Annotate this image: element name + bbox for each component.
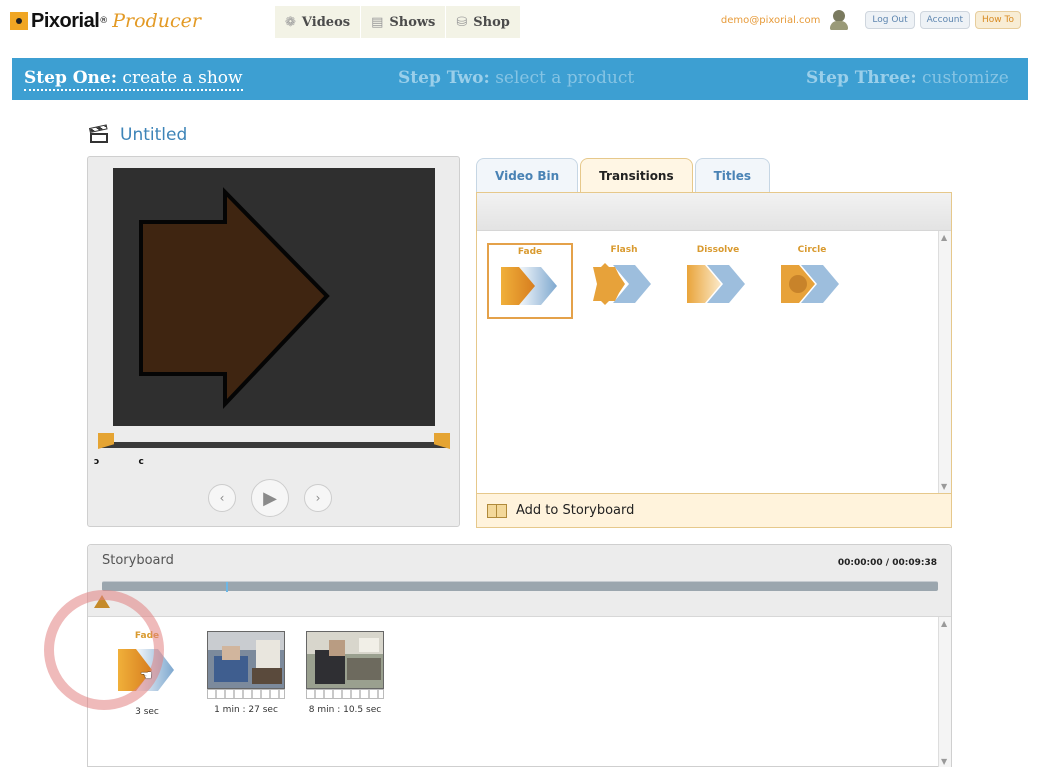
brand-registered: ® bbox=[99, 16, 109, 26]
transition-label: Fade bbox=[517, 247, 543, 257]
play-icon: ▶ bbox=[263, 487, 277, 509]
brand-product: Producer bbox=[112, 10, 201, 32]
player-controls: ‹ ▶ › bbox=[208, 479, 332, 517]
account-button[interactable]: Account bbox=[919, 11, 971, 29]
clapperboard-icon: ▤ bbox=[371, 14, 384, 30]
clip-thumbnail bbox=[207, 631, 285, 689]
nav-shop-label: Shop bbox=[473, 14, 510, 30]
show-title-text: Untitled bbox=[120, 125, 188, 145]
user-avatar-icon[interactable] bbox=[828, 8, 850, 32]
nav-videos[interactable]: ❁ Videos bbox=[275, 6, 362, 38]
arrow-preview-image bbox=[139, 187, 330, 410]
tab-transitions[interactable]: Transitions bbox=[580, 158, 693, 192]
tab-video-bin[interactable]: Video Bin bbox=[476, 158, 579, 192]
step-two-label: Step Two: bbox=[398, 68, 490, 88]
transitions-scrollbar[interactable]: ▲ ▼ bbox=[938, 231, 951, 493]
scrub-bar[interactable] bbox=[98, 433, 450, 457]
step-two-text: select a product bbox=[495, 68, 635, 88]
scrub-track bbox=[98, 442, 450, 448]
previous-button[interactable]: ‹ bbox=[208, 484, 236, 512]
nav-shows-label: Shows bbox=[389, 14, 436, 30]
step-three-text: customize bbox=[922, 68, 1009, 88]
clip-duration: 1 min : 27 sec bbox=[214, 705, 278, 715]
nav-shows[interactable]: ▤ Shows bbox=[361, 6, 447, 38]
chevron-left-icon: ‹ bbox=[219, 491, 225, 505]
transitions-panel: Fade Flash Dissolve Circle ▲ ▼ Add to St… bbox=[476, 192, 952, 528]
storyboard-items: Fade 3 sec 1 min: 27 sec 8 min: 10.5 s… bbox=[88, 617, 951, 767]
scroll-up-icon[interactable]: ▲ bbox=[941, 233, 947, 242]
shopping-cart-icon: ⛁ bbox=[456, 14, 468, 30]
transition-fade[interactable]: Fade bbox=[487, 243, 573, 319]
storyboard-panel: Storyboard 00:00:00 / 00:09:38 Fade 3 se… bbox=[87, 544, 952, 767]
top-bar: Pixorial ® Producer ❁ Videos ▤ Shows ⛁ S… bbox=[0, 0, 1045, 42]
add-to-storyboard-button[interactable]: Add to Storyboard bbox=[477, 493, 951, 527]
step-three[interactable]: Step Three: customize bbox=[806, 68, 1009, 88]
step-one-label: Step One: bbox=[24, 68, 118, 88]
nav-shop[interactable]: ⛁ Shop bbox=[446, 6, 521, 38]
storyboard-transition-duration: 3 sec bbox=[135, 707, 159, 717]
storyboard-clip-2[interactable]: 8 min : 10.5 sec bbox=[306, 631, 384, 715]
scroll-up-icon[interactable]: ▲ bbox=[941, 619, 947, 628]
fade-transition-icon bbox=[501, 267, 557, 305]
step-three-label: Step Three: bbox=[806, 68, 917, 88]
transition-label: Circle bbox=[797, 245, 827, 255]
timeline-playhead[interactable] bbox=[226, 582, 228, 592]
clip-2-thumbnail-image bbox=[307, 632, 383, 688]
preview-player: ɔ c ‹ ▶ › bbox=[87, 156, 460, 527]
nav-videos-label: Videos bbox=[301, 14, 351, 30]
logout-button[interactable]: Log Out bbox=[865, 11, 915, 29]
storyboard-clip-1[interactable]: 1 min : 27 sec bbox=[207, 631, 285, 715]
trim-marks: ɔ c bbox=[94, 457, 162, 467]
transition-dissolve[interactable]: Dissolve bbox=[675, 243, 761, 319]
storyboard-time: 00:00:00 / 00:09:38 bbox=[837, 558, 937, 568]
next-button[interactable]: › bbox=[304, 484, 332, 512]
steps-bar: Step One: create a show Step Two: select… bbox=[12, 58, 1028, 100]
dissolve-transition-icon bbox=[687, 265, 745, 303]
step-one[interactable]: Step One: create a show bbox=[24, 68, 243, 91]
step-two[interactable]: Step Two: select a product bbox=[398, 68, 634, 88]
tab-titles[interactable]: Titles bbox=[694, 158, 771, 192]
hand-cursor-icon: ☚ bbox=[140, 668, 153, 684]
transition-circle[interactable]: Circle bbox=[769, 243, 855, 319]
highlight-circle bbox=[44, 590, 164, 710]
transition-label: Flash bbox=[610, 245, 638, 255]
scroll-down-icon[interactable]: ▼ bbox=[941, 757, 947, 766]
clip-duration: 8 min : 10.5 sec bbox=[308, 705, 382, 715]
clip-filmstrip bbox=[207, 689, 285, 699]
bin-toolbar-strip bbox=[477, 193, 951, 231]
clapper-top bbox=[88, 124, 108, 133]
chevron-right-icon: › bbox=[315, 491, 321, 505]
storyboard-scrollbar[interactable]: ▲ ▼ bbox=[938, 617, 951, 767]
user-email[interactable]: demo@pixorial.com bbox=[721, 15, 821, 26]
clip-1-thumbnail-image bbox=[208, 632, 284, 688]
storyboard-icon bbox=[487, 503, 507, 518]
clip-filmstrip bbox=[306, 689, 384, 699]
circle-transition-icon bbox=[781, 265, 839, 303]
pixorial-logo[interactable]: Pixorial ® Producer bbox=[10, 8, 201, 34]
show-title[interactable]: Untitled bbox=[88, 124, 188, 145]
logo-mark-icon bbox=[10, 12, 28, 30]
bin-tabs: Video Bin Transitions Titles bbox=[476, 158, 772, 192]
brand-name: Pixorial bbox=[31, 9, 100, 32]
preview-screen[interactable] bbox=[113, 168, 435, 426]
transition-flash[interactable]: Flash bbox=[581, 243, 667, 319]
main-nav: ❁ Videos ▤ Shows ⛁ Shop bbox=[275, 6, 521, 38]
step-one-text: create a show bbox=[122, 68, 243, 88]
flash-transition-icon bbox=[593, 263, 651, 305]
clip-thumbnail bbox=[306, 631, 384, 689]
storyboard-timeline[interactable] bbox=[102, 581, 938, 592]
howto-button[interactable]: How To bbox=[975, 11, 1021, 29]
film-reel-icon: ❁ bbox=[285, 14, 296, 30]
clapper-body bbox=[90, 133, 108, 143]
play-button[interactable]: ▶ bbox=[251, 479, 289, 517]
scroll-down-icon[interactable]: ▼ bbox=[941, 482, 947, 491]
transitions-list: Fade Flash Dissolve Circle ▲ ▼ bbox=[477, 231, 951, 493]
clapperboard-icon bbox=[88, 124, 110, 144]
add-to-storyboard-label: Add to Storyboard bbox=[516, 503, 635, 518]
avatar-body bbox=[830, 21, 849, 30]
storyboard-title: Storyboard bbox=[102, 553, 174, 568]
user-area: demo@pixorial.com Log Out Account How To bbox=[721, 8, 1021, 32]
transition-label: Dissolve bbox=[696, 245, 740, 255]
storyboard-header: Storyboard 00:00:00 / 00:09:38 bbox=[88, 545, 951, 617]
